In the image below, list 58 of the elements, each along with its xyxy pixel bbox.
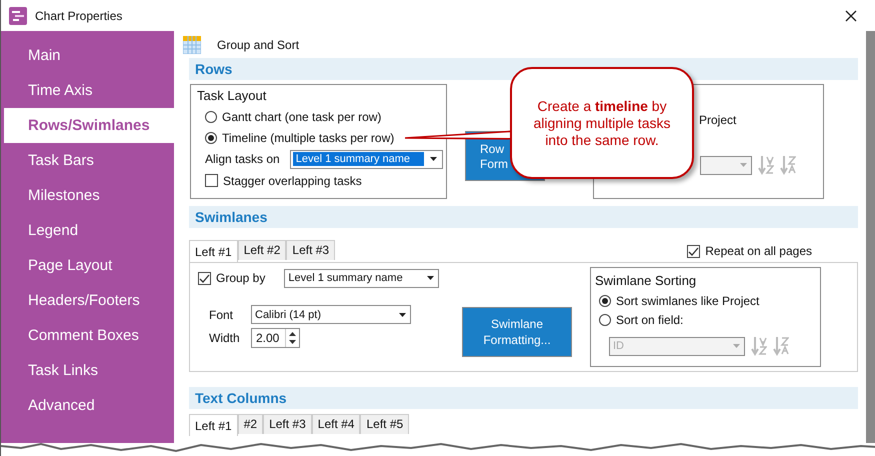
caret-icon [430,157,438,161]
checkbox-label: Group by [216,271,266,285]
caret-icon [426,276,434,280]
caret-icon [732,344,740,348]
checkbox-label: Stagger overlapping tasks [223,174,362,188]
font-dropdown[interactable]: Calibri (14 pt) [251,305,411,324]
radio-button[interactable] [599,294,611,306]
close-icon[interactable] [845,10,857,22]
sidebar-item[interactable]: Rows/Swimlanes [4,108,174,143]
checkbox[interactable] [205,174,218,187]
group-title: Task Layout [197,88,268,103]
radio-label: Timeline (multiple tasks per row) [222,130,394,144]
field-label: Align tasks on [205,152,280,166]
tab[interactable]: Left #4 [312,414,360,434]
window-title: Chart Properties [35,8,124,22]
tab[interactable]: Left #3 [263,414,312,434]
sidebar-item[interactable]: Headers/Footers [1,283,174,318]
page-title: Group and Sort [217,38,300,52]
swimlane-formatting-button[interactable]: Swimlane Formatting... [462,307,572,357]
tab[interactable]: Left #5 [360,414,410,434]
radio-label: Sort swimlanes like Project [616,294,760,308]
group-by-dropdown[interactable]: Level 1 summary name [284,268,440,288]
sidebar-item[interactable]: Time Axis [1,73,174,108]
caret-icon [740,163,746,167]
sort-field-dropdown[interactable] [700,156,752,174]
radio-label: Gantt chart (one task per row) [222,110,382,124]
tab[interactable]: Left #3 [286,240,336,260]
checkbox[interactable] [687,244,700,258]
caret-icon [398,312,406,316]
align-dropdown[interactable]: Level 1 summary name [290,150,443,168]
field-label: Font [209,308,234,322]
sidebar-item[interactable]: Page Layout [1,248,174,283]
radio-label: Project [699,113,738,127]
sidebar-item[interactable]: Task Links [1,353,174,388]
tab[interactable]: Left #1 [189,414,238,436]
section-header: Swimlanes [189,206,858,228]
checkbox[interactable] [198,272,211,284]
sidebar-item[interactable]: Comment Boxes [1,318,174,353]
sidebar-item[interactable]: Task Bars [1,143,174,178]
radio-label: Sort on field: [616,312,684,326]
group-title: Swimlane Sorting [595,273,698,288]
section-header: Text Columns [189,387,858,409]
field-label: Width [209,330,241,344]
tab[interactable]: Left #1 [189,240,238,262]
tab[interactable]: Left #2 [238,240,286,260]
sidebar-item[interactable]: Milestones [1,178,174,213]
sidebar-item[interactable]: Advanced [1,388,174,423]
grid-icon [183,36,201,54]
tab[interactable]: #2 [238,414,264,434]
radio-button[interactable] [599,314,611,326]
app-icon [9,6,27,24]
scrollbar[interactable] [866,31,875,443]
sidebar-item[interactable]: Main [1,38,174,73]
sidebar-item[interactable]: Legend [1,213,174,248]
checkbox-label: Repeat on all pages [705,244,812,258]
radio-button[interactable] [205,132,217,144]
width-spinner[interactable]: 2.00 [251,328,300,348]
radio-button[interactable] [205,110,217,122]
